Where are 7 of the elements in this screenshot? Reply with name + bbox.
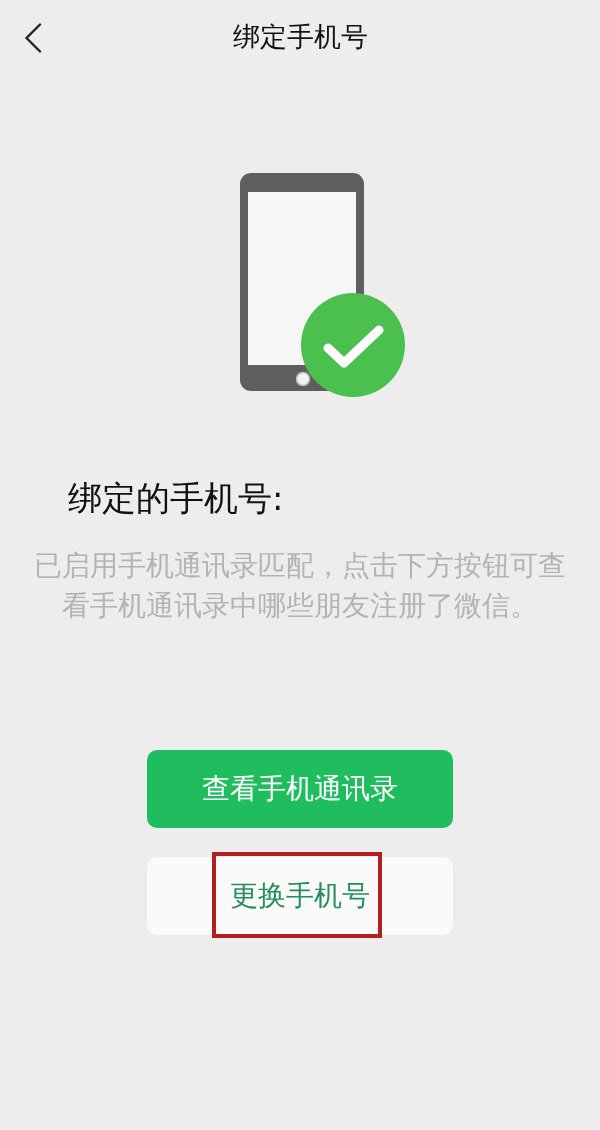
section-title: 绑定的手机号: — [68, 477, 285, 520]
description-text: 已启用手机通讯录匹配，点击下方按钮可查看手机通讯录中哪些朋友注册了微信。 — [33, 548, 567, 624]
page-title: 绑定手机号 — [232, 20, 368, 54]
view-contacts-button[interactable]: 查看手机通讯录 — [147, 750, 453, 828]
check-circle-icon — [301, 293, 405, 397]
back-icon — [24, 23, 42, 53]
change-number-button[interactable]: 更换手机号 — [147, 857, 453, 935]
